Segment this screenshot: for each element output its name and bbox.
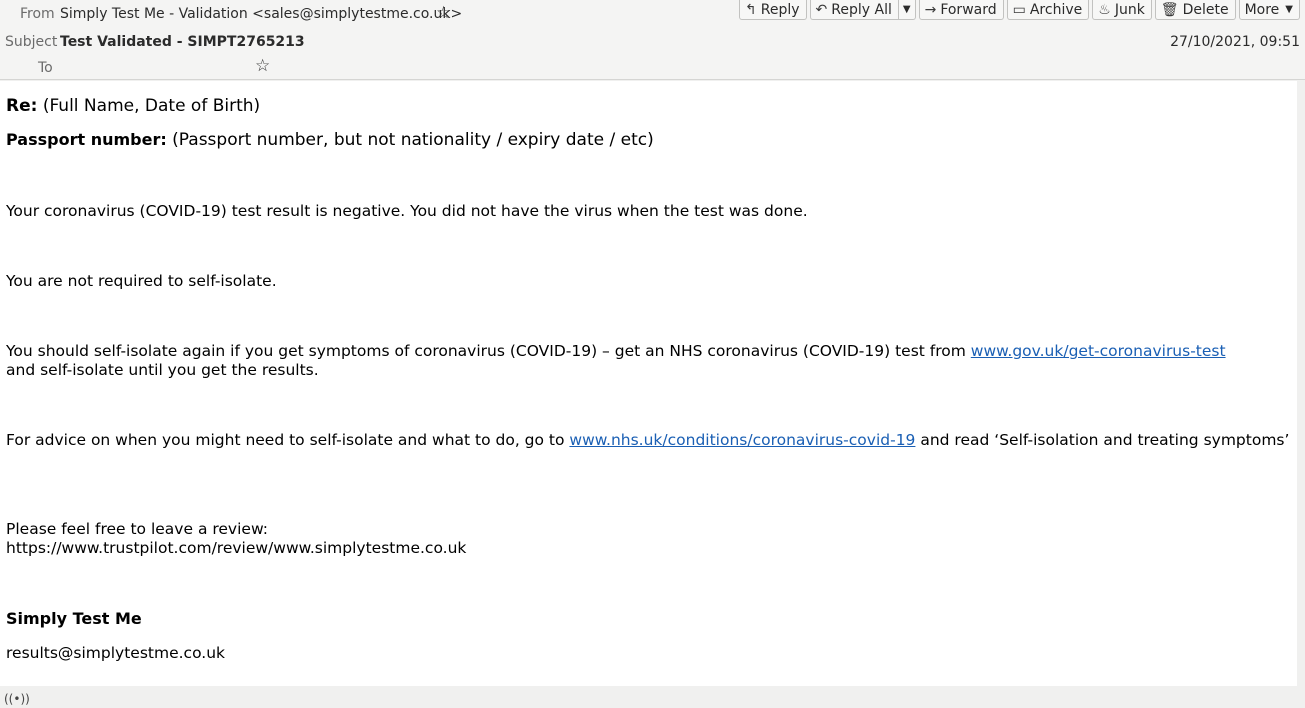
re-label: Re: [6,96,38,116]
re-value: (Full Name, Date of Birth) [42,96,261,116]
more-label: More [1244,1,1280,18]
advice-text: For advice on when you might need to sel… [6,431,570,449]
star-icon[interactable]: ☆ [436,5,451,22]
more-button[interactable]: More ▼ [1238,0,1300,20]
delete-button[interactable]: 🗑 Delete [1154,0,1236,20]
signature-name: Simply Test Me [6,609,142,628]
to-star-icon[interactable]: ☆ [255,58,270,75]
reply-button[interactable]: ↰ Reply [739,0,807,20]
re-line: Re: (Full Name, Date of Birth) [6,96,1291,116]
passport-value: (Passport number, but not nationality / … [172,130,654,150]
message-header: From Simply Test Me - Validation <sales@… [0,0,1305,80]
paragraph-isolation: You are not required to self-isolate. [6,272,277,290]
paragraph-advice: For advice on when you might need to sel… [6,431,1291,450]
symptoms-text: You should self-isolate again if you get… [6,342,971,360]
passport-line: Passport number: (Passport number, but n… [6,130,1291,150]
forward-icon: → [924,1,937,18]
archive-label: Archive [1029,1,1083,18]
archive-icon: ▭ [1012,1,1026,18]
reply-all-button[interactable]: ↶ Reply All [809,0,899,20]
junk-label: Junk [1114,1,1145,18]
forward-button[interactable]: → Forward [918,0,1004,20]
from-value[interactable]: Simply Test Me - Validation <sales@simpl… [60,6,462,22]
advice-text-2: and read ‘Self-isolation and treating sy… [915,431,1290,449]
paragraph-result: Your coronavirus (COVID-19) test result … [6,202,808,220]
reply-all-icon: ↶ [815,1,828,18]
symptoms-text-2: and self-isolate until you get the resul… [6,361,319,379]
review-text: Please feel free to leave a review: [6,520,269,538]
reply-icon: ↰ [745,1,757,18]
online-status-icon[interactable]: ((•)) [4,692,30,706]
subject-value: Test Validated - SIMPT2765213 [60,34,305,50]
paragraph-review: Please feel free to leave a review: http… [6,520,1291,558]
message-date: 27/10/2021, 09:51 [1170,34,1300,50]
junk-button[interactable]: ♨ Junk [1092,0,1152,20]
chevron-down-icon: ▼ [902,4,911,15]
nhs-link[interactable]: www.nhs.uk/conditions/coronavirus-covid-… [569,431,915,449]
review-url: https://www.trustpilot.com/review/www.si… [6,539,467,557]
paragraph-symptoms: You should self-isolate again if you get… [6,342,1291,380]
archive-button[interactable]: ▭ Archive [1006,0,1090,20]
chevron-down-icon: ▼ [1285,4,1293,15]
forward-label: Forward [940,1,997,18]
reply-all-dropdown-button[interactable]: ▼ [898,0,916,20]
junk-icon: ♨ [1098,1,1111,18]
gov-test-link[interactable]: www.gov.uk/get-coronavirus-test [971,342,1226,360]
delete-label: Delete [1182,1,1229,18]
passport-label: Passport number: [6,130,167,149]
reply-all-split: ↶ Reply All ▼ [809,0,916,20]
subject-label: Subject [5,34,58,50]
reply-all-label: Reply All [831,1,892,18]
message-toolbar: ↰ Reply ↶ Reply All ▼ → Forward ▭ Archiv… [739,0,1300,20]
from-label: From [20,6,55,22]
signature-email: results@simplytestme.co.uk [6,644,226,662]
to-label: To [38,60,53,76]
message-body: Re: (Full Name, Date of Birth) Passport … [0,81,1297,686]
delete-icon: 🗑 [1160,1,1179,18]
reply-label: Reply [760,1,800,18]
